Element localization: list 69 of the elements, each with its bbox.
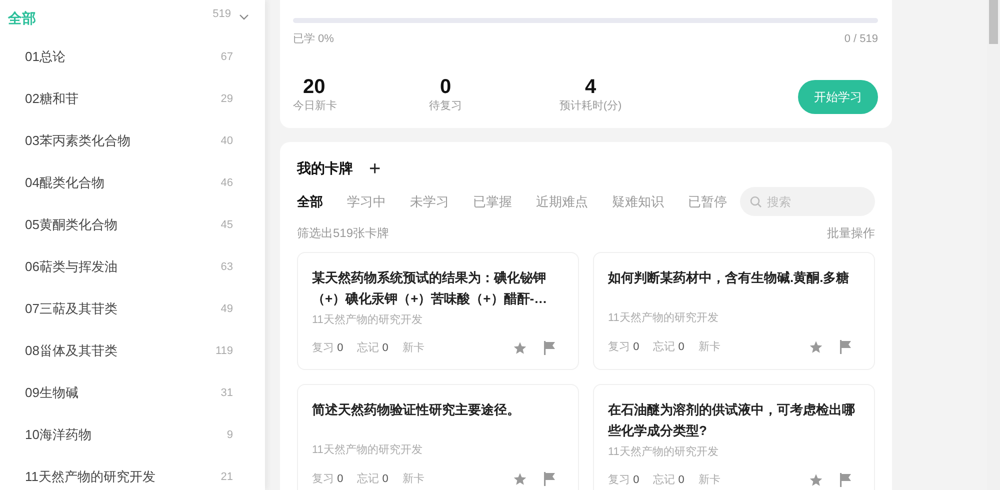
sidebar-item[interactable]: 09生物碱 31 [0, 372, 265, 414]
sidebar-item[interactable]: 11天然产物的研究开发 21 [0, 456, 265, 490]
card-category: 11天然产物的研究开发 [312, 312, 424, 328]
review-count: 复习 0 [312, 341, 344, 356]
sidebar-item[interactable]: 07三萜及其苷类 49 [0, 288, 265, 330]
review-count: 复习 0 [608, 340, 640, 354]
card-category: 11天然产物的研究开发 [608, 310, 720, 326]
review-count: 复习 0 [312, 472, 344, 486]
flashcard[interactable]: 某天然药物系统预试的结果为：碘化铋钾（+）碘化汞钾（+）苦味酸（+）醋酐-… 11天然产物的研究开发 复习 0 忘记 0 新卡 [297, 252, 579, 370]
star-icon[interactable] [513, 341, 527, 356]
card-category: 11天然产物的研究开发 [312, 442, 424, 458]
item-count: 31 [220, 386, 233, 401]
item-count: 49 [220, 302, 233, 317]
stat-label: 待复习 [429, 98, 462, 114]
learned-percent: 已学 0% [293, 32, 334, 47]
filter-tab[interactable]: 全部 [297, 192, 323, 212]
forget-count: 忘记 0 [653, 340, 684, 354]
flag-icon[interactable] [839, 473, 852, 488]
star-icon[interactable] [809, 473, 823, 488]
sidebar-item[interactable]: 04醌类化合物 46 [0, 162, 265, 204]
stat-label: 预计耗时(分) [559, 98, 622, 114]
review-count: 复习 0 [608, 473, 640, 488]
flashcard[interactable]: 简述天然药物验证性研究主要途径。 11天然产物的研究开发 复习 0 忘记 0 新卡 [297, 384, 579, 490]
forget-count: 忘记 0 [357, 340, 388, 356]
flashcard[interactable]: 如何判断某药材中，含有生物碱.黄酮.多糖 11天然产物的研究开发 复习 0 忘记 0 新卡 [593, 252, 875, 370]
filter-count: 筛选出519张卡牌 [297, 225, 390, 242]
item-count: 519 [212, 7, 231, 22]
card-status: 新卡 [698, 340, 720, 354]
deck-title: 我的卡牌 [297, 159, 353, 178]
item-count: 63 [220, 260, 233, 275]
card-status: 新卡 [402, 472, 424, 486]
forget-count: 忘记 0 [653, 472, 684, 488]
item-count: 21 [220, 470, 233, 485]
item-count: 29 [220, 92, 233, 107]
learned-ratio: 0 / 519 [844, 32, 878, 47]
star-icon[interactable] [809, 340, 823, 354]
flag-icon[interactable] [543, 472, 556, 486]
flag-icon[interactable] [839, 340, 852, 354]
card-status: 新卡 [698, 472, 720, 488]
item-count: 45 [220, 218, 233, 233]
add-button[interactable]: + [369, 158, 381, 178]
stat-value: 4 [584, 76, 596, 98]
chevron-down-icon[interactable] [239, 14, 249, 20]
stat-value: 20 [303, 76, 326, 98]
item-count: 40 [220, 134, 233, 149]
card-question: 如何判断某药材中，含有生物碱.黄酮.多糖 [608, 269, 850, 287]
sidebar-item[interactable]: 08甾体及其苷类 119 [0, 330, 265, 372]
flashcard[interactable]: 在石油醚为溶剂的供试液中，可考虑检出哪些化学成分类型? 11天然产物的研究开发 复习 0 忘记 0 新卡 [593, 384, 875, 490]
card-question: 某天然药物系统预试的结果为：碘化铋钾（+）碘化汞钾（+）苦味酸（+）醋酐-… [312, 269, 548, 308]
stat-label: 今日新卡 [293, 98, 337, 114]
sidebar-item[interactable]: 01总论 67 [0, 36, 265, 78]
item-count: 9 [226, 428, 233, 443]
star-icon[interactable] [513, 472, 527, 486]
card-category: 11天然产物的研究开发 [608, 444, 720, 460]
sidebar-item[interactable]: 05黄酮类化合物 45 [0, 204, 265, 246]
sidebar-item[interactable]: 10海洋药物 9 [0, 414, 265, 456]
stat-value: 0 [440, 76, 452, 98]
flag-icon[interactable] [543, 341, 556, 356]
card-question: 简述天然药物验证性研究主要途径。 [312, 401, 521, 419]
scrollbar-thumb[interactable] [989, 0, 998, 44]
sidebar-item[interactable]: 06萜类与挥发油 63 [0, 246, 265, 288]
sidebar-item[interactable]: 02糖和苷 29 [0, 78, 265, 120]
card-status: 新卡 [402, 340, 424, 356]
item-count: 67 [220, 50, 233, 65]
card-question: 在石油醚为溶剂的供试液中，可考虑检出哪些化学成分类型? [608, 401, 856, 440]
item-count: 46 [220, 176, 233, 191]
sidebar-item[interactable]: 03苯丙素类化合物 40 [0, 120, 265, 162]
item-count: 119 [215, 344, 233, 359]
forget-count: 忘记 0 [357, 472, 388, 486]
